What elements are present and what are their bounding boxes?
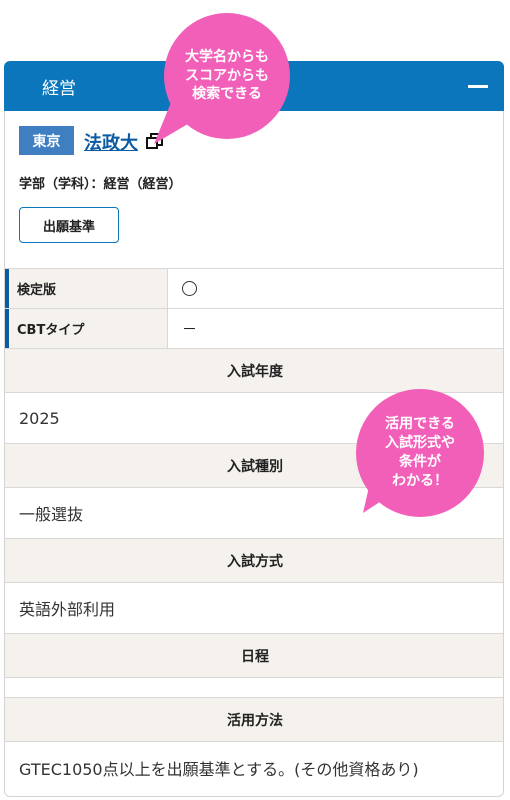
schedule-value [5, 677, 503, 697]
criteria-button[interactable]: 出願基準 [19, 207, 119, 243]
exam-version-label: 検定版 [5, 269, 168, 308]
cbt-type-label: CBTタイプ [5, 309, 168, 348]
university-link[interactable]: 法政大 [84, 129, 138, 155]
search-callout-text: 大学名からも スコアからも 検索できる [185, 48, 269, 103]
exam-year-heading: 入試年度 [5, 348, 503, 392]
usage-heading: 活用方法 [5, 697, 503, 741]
exam-method-value: 英語外部利用 [5, 582, 503, 633]
conditions-callout-text: 活用できる 入試形式や 条件が わかる！ [385, 416, 455, 489]
department-text: 学部（学科）：経営（経営） [19, 177, 182, 192]
collapse-icon[interactable] [466, 76, 490, 96]
cbt-type-value: － [182, 320, 198, 338]
available-circle-icon [182, 281, 197, 296]
search-callout: 大学名からも スコアからも 検索できる [164, 13, 290, 139]
faculty-title: 経営 [42, 78, 76, 99]
usage-value: GTEC1050点以上を出願基準とする。(その他資格あり) [5, 741, 503, 794]
exam-version-value [168, 269, 503, 308]
schedule-heading: 日程 [5, 633, 503, 677]
table-row: 検定版 [5, 268, 503, 308]
exam-method-heading: 入試方式 [5, 538, 503, 582]
table-row: CBTタイプ － [5, 308, 503, 348]
conditions-callout: 活用できる 入試形式や 条件が わかる！ [356, 389, 484, 517]
prefecture-badge: 東京 [19, 126, 74, 155]
detail-table: 検定版 CBTタイプ － 入試年度 2025 入試種別 一般選抜 入試方式 英語… [5, 268, 503, 794]
